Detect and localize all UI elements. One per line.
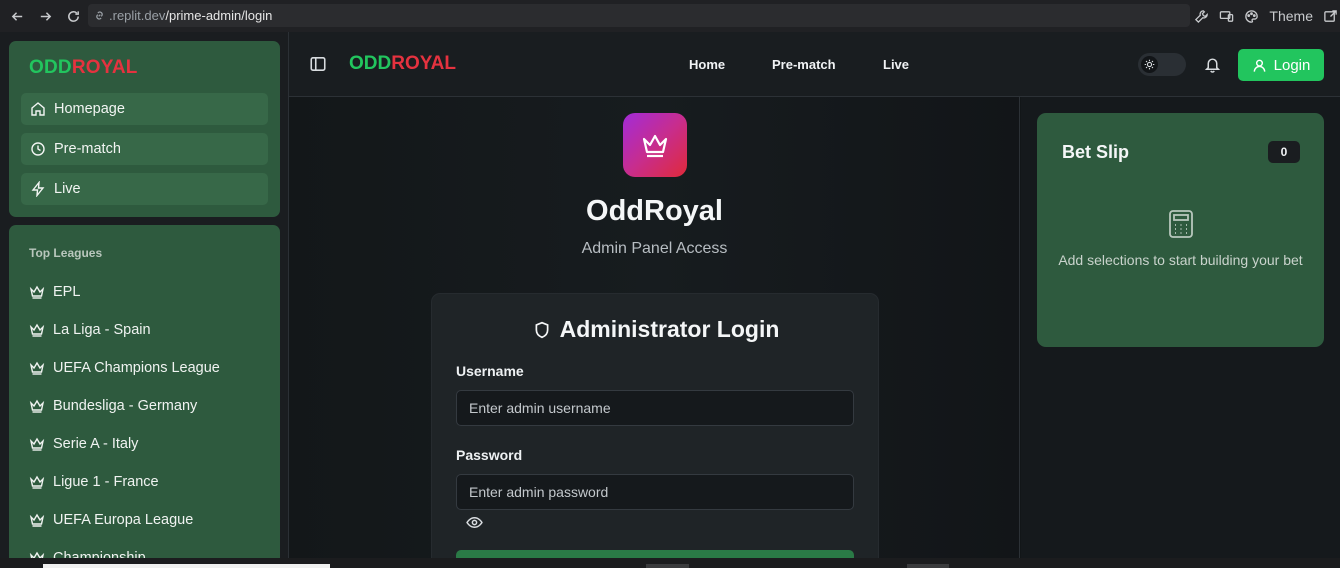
league-label: UEFA Champions League bbox=[53, 360, 220, 376]
crown-logo bbox=[623, 113, 687, 177]
nav-link-live[interactable]: Live bbox=[883, 57, 909, 72]
back-icon[interactable] bbox=[3, 2, 31, 30]
taskbar-item[interactable] bbox=[646, 564, 689, 568]
clock-icon bbox=[31, 142, 45, 156]
sidebar-toggle-icon[interactable] bbox=[309, 55, 327, 73]
crown-icon bbox=[29, 399, 45, 413]
crown-icon bbox=[29, 437, 45, 451]
taskbar-item[interactable] bbox=[907, 564, 949, 568]
league-item[interactable]: La Liga - Spain bbox=[29, 322, 151, 338]
sun-icon bbox=[1141, 56, 1158, 73]
sidebar-nav-card: ODDROYAL Homepage Pre-match Live bbox=[9, 41, 280, 217]
sidebar-item-label: Pre-match bbox=[54, 141, 121, 157]
bell-icon[interactable] bbox=[1204, 56, 1221, 73]
external-icon[interactable] bbox=[1323, 9, 1338, 24]
brand-royal: ROYAL bbox=[391, 53, 456, 74]
calculator-icon bbox=[1169, 210, 1193, 238]
bet-slip-title: Bet Slip bbox=[1062, 142, 1130, 162]
league-label: Bundesliga - Germany bbox=[53, 398, 198, 414]
brand-odd: ODD bbox=[349, 53, 392, 74]
browser-toolbar: .replit.dev/prime-admin/login Theme bbox=[0, 0, 1340, 32]
league-item[interactable]: EPL bbox=[29, 284, 80, 300]
page-title: OddRoyal bbox=[586, 195, 723, 227]
username-input[interactable] bbox=[456, 390, 854, 426]
league-item[interactable]: UEFA Europa League bbox=[29, 512, 193, 528]
theme-label[interactable]: Theme bbox=[1269, 8, 1313, 24]
taskbar bbox=[0, 558, 1340, 568]
home-icon bbox=[31, 102, 45, 116]
sidebar-item-prematch[interactable]: Pre-match bbox=[21, 133, 268, 165]
password-input[interactable] bbox=[456, 474, 854, 510]
header-brand-logo[interactable]: ODDROYAL bbox=[349, 53, 456, 75]
eye-icon[interactable] bbox=[466, 514, 483, 531]
sidebar-item-label: Live bbox=[54, 181, 81, 197]
sidebar-item-live[interactable]: Live bbox=[21, 173, 268, 205]
page-subtitle: Admin Panel Access bbox=[581, 240, 728, 257]
shield-icon bbox=[535, 321, 549, 338]
theme-toggle[interactable] bbox=[1138, 53, 1186, 76]
nav-link-home[interactable]: Home bbox=[689, 57, 725, 72]
sidebar: ODDROYAL Homepage Pre-match Live Top Lea… bbox=[0, 32, 289, 565]
lightning-icon bbox=[31, 181, 45, 197]
bet-slip-empty-text: Add selections to start building your be… bbox=[1058, 252, 1303, 268]
top-header: ODDROYAL Home Pre-match Live Login bbox=[289, 32, 1340, 97]
devices-icon[interactable] bbox=[1219, 9, 1234, 24]
forward-icon[interactable] bbox=[31, 2, 59, 30]
nav-link-prematch[interactable]: Pre-match bbox=[772, 57, 836, 72]
url-host: .replit.dev bbox=[109, 8, 166, 23]
leagues-heading: Top Leagues bbox=[29, 246, 103, 260]
crown-icon bbox=[29, 285, 45, 299]
league-label: EPL bbox=[53, 284, 81, 300]
league-label: Serie A - Italy bbox=[53, 436, 139, 452]
crown-icon bbox=[642, 134, 668, 158]
league-label: UEFA Europa League bbox=[53, 512, 194, 528]
brand-odd: ODD bbox=[29, 57, 72, 78]
main-content: OddRoyal Admin Panel Access Administrato… bbox=[289, 97, 1020, 558]
league-label: Ligue 1 - France bbox=[53, 474, 159, 490]
crown-icon bbox=[29, 513, 45, 527]
league-label: La Liga - Spain bbox=[53, 322, 151, 338]
login-button[interactable]: Login bbox=[1238, 49, 1324, 81]
url-path: /prime-admin/login bbox=[165, 8, 273, 23]
bet-slip-count-badge: 0 bbox=[1268, 141, 1300, 163]
sidebar-item-label: Homepage bbox=[54, 101, 125, 117]
league-item[interactable]: Ligue 1 - France bbox=[29, 474, 159, 490]
bet-slip-pane: Bet Slip 0 Add selections to start build… bbox=[1021, 97, 1340, 558]
link-icon bbox=[96, 11, 103, 20]
login-card-title: Administrator Login bbox=[432, 316, 880, 343]
top-leagues-card: Top Leagues EPL La Liga - Spain UEFA Cha… bbox=[9, 225, 280, 565]
taskbar-item[interactable] bbox=[43, 564, 330, 568]
sidebar-brand-logo[interactable]: ODDROYAL bbox=[29, 57, 138, 79]
league-item[interactable]: Bundesliga - Germany bbox=[29, 398, 197, 414]
crown-icon bbox=[29, 323, 45, 337]
brand-royal: ROYAL bbox=[71, 57, 138, 78]
league-item[interactable]: Serie A - Italy bbox=[29, 436, 138, 452]
login-card-title-text: Administrator Login bbox=[559, 316, 780, 342]
sidebar-item-homepage[interactable]: Homepage bbox=[21, 93, 268, 125]
admin-login-card: Administrator Login Username Password bbox=[431, 293, 879, 558]
reload-icon[interactable] bbox=[59, 2, 87, 30]
user-icon bbox=[1253, 59, 1265, 72]
password-label: Password bbox=[456, 447, 523, 463]
browser-actions: Theme bbox=[1194, 0, 1340, 32]
palette-icon[interactable] bbox=[1244, 9, 1259, 24]
crown-icon bbox=[29, 361, 45, 375]
submit-button[interactable] bbox=[456, 550, 854, 558]
username-label: Username bbox=[456, 363, 524, 379]
bet-slip-card: Bet Slip 0 Add selections to start build… bbox=[1037, 113, 1324, 347]
league-item[interactable]: UEFA Champions League bbox=[29, 360, 220, 376]
address-bar[interactable]: .replit.dev/prime-admin/login bbox=[88, 4, 1190, 27]
wrench-icon[interactable] bbox=[1194, 9, 1209, 24]
crown-icon bbox=[29, 475, 45, 489]
login-button-label: Login bbox=[1273, 56, 1311, 74]
